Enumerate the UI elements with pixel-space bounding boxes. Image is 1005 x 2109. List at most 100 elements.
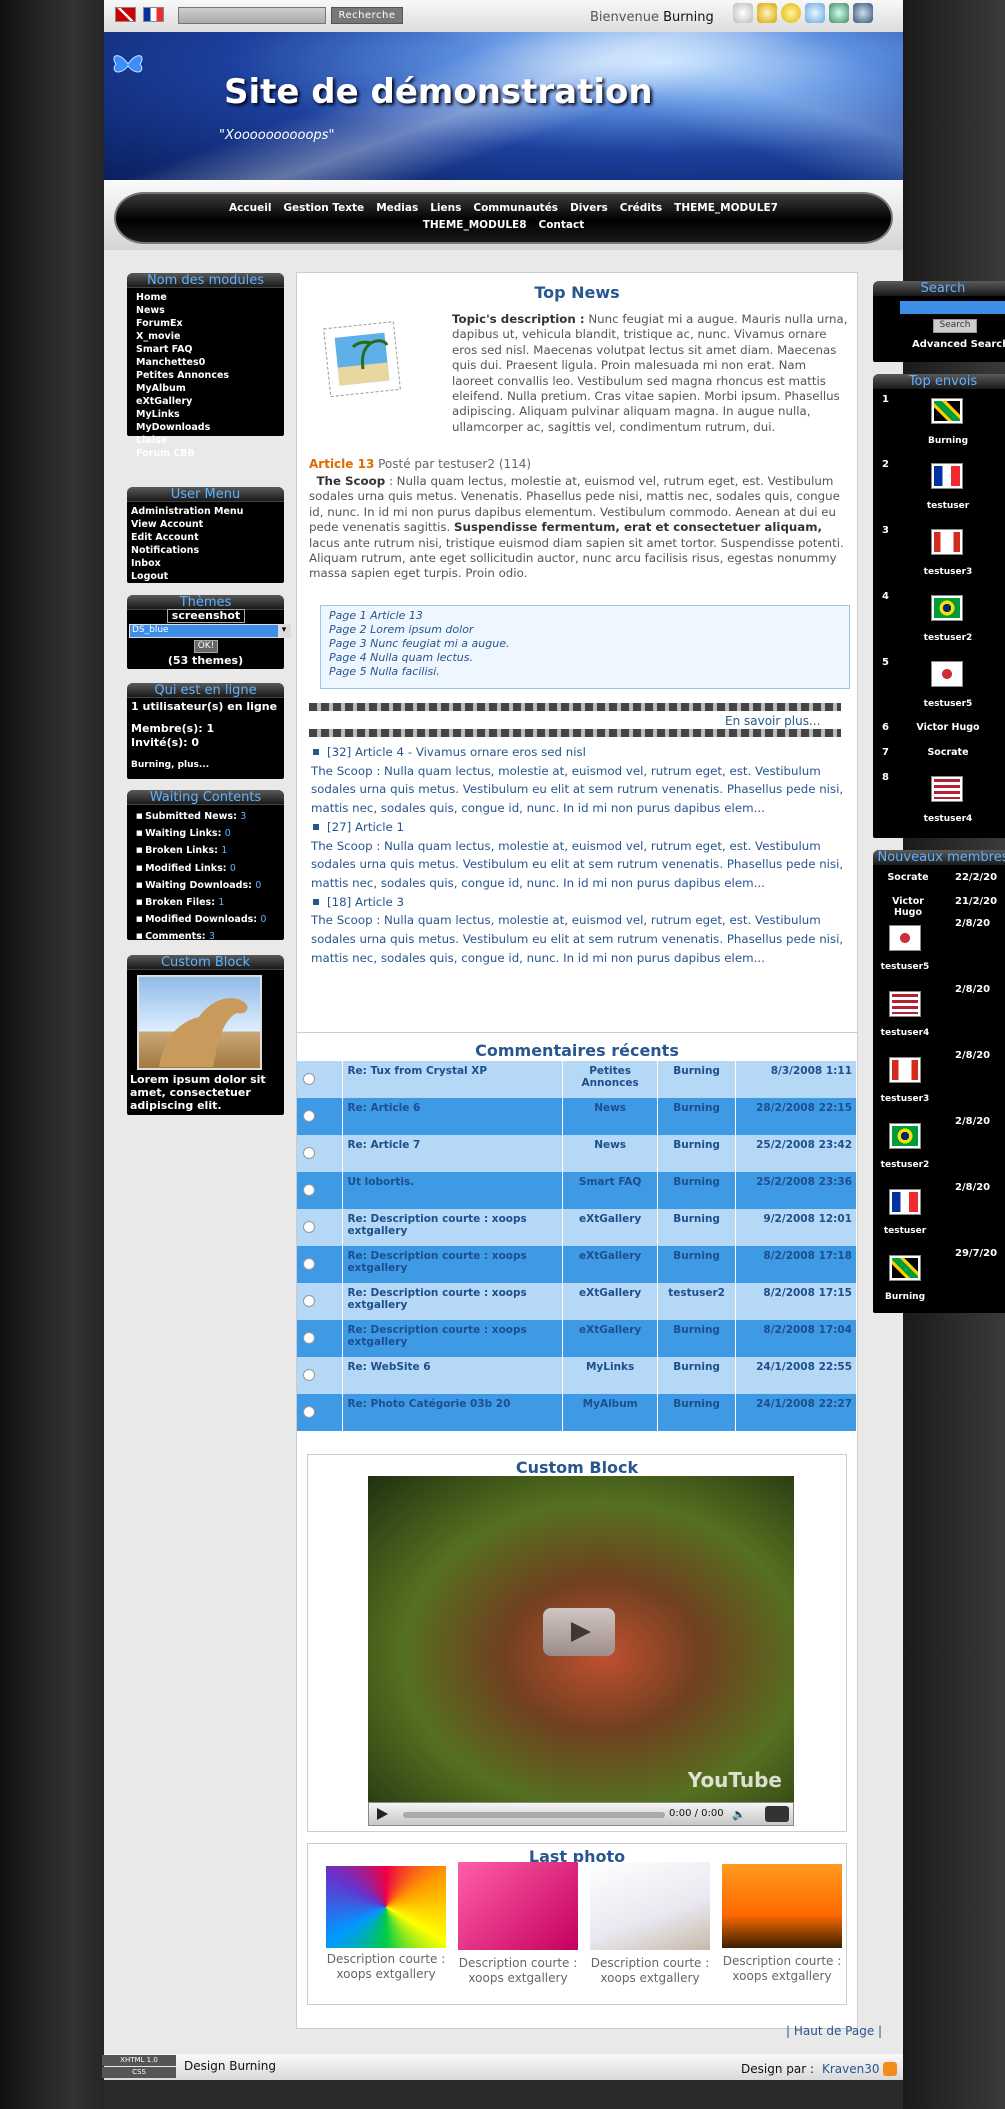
image-icon[interactable]: [829, 3, 849, 23]
page-link[interactable]: Page 3 Nunc feugiat mi a augue.: [329, 637, 841, 651]
top-envois-item[interactable]: 4 testuser2: [873, 591, 1005, 651]
radio-icon[interactable]: [303, 1221, 315, 1233]
top-envois-item[interactable]: 5 testuser5: [873, 657, 1005, 717]
radio-icon[interactable]: [303, 1073, 315, 1085]
top-envois-item[interactable]: 2 testuser: [873, 459, 1005, 519]
radio-icon[interactable]: [303, 1369, 315, 1381]
member-name[interactable]: Socrate: [913, 747, 983, 758]
waiting-item[interactable]: Submitted News: 3: [136, 808, 275, 825]
waiting-item[interactable]: Modified Downloads: 0: [136, 911, 275, 928]
waiting-item[interactable]: Waiting Links: 0: [136, 825, 275, 842]
comment-title[interactable]: Re: Description courte : xoops extgaller…: [342, 1246, 564, 1283]
comment-user[interactable]: Burning: [657, 1061, 737, 1098]
member-name[interactable]: testuser3: [873, 1094, 937, 1104]
radio-icon[interactable]: [303, 1332, 315, 1344]
nav-item[interactable]: Gestion Texte: [283, 202, 364, 214]
comment-title[interactable]: Ut lobortis.: [342, 1172, 564, 1209]
comment-module[interactable]: eXtGallery: [562, 1320, 659, 1357]
new-member-item[interactable]: 2/8/20 testuser5: [873, 918, 1005, 978]
module-item[interactable]: MyAlbum: [136, 382, 275, 395]
user-menu-item[interactable]: Administration Menu: [131, 505, 280, 518]
photo-pink[interactable]: [458, 1862, 578, 1950]
news-item-link[interactable]: [27] Article 1: [327, 820, 404, 834]
nav-item[interactable]: Crédits: [620, 202, 662, 214]
progress-bar[interactable]: [403, 1812, 665, 1818]
nav-item[interactable]: Communautés: [473, 202, 558, 214]
member-name[interactable]: Burning: [913, 436, 983, 446]
page-link[interactable]: Page 1 Article 13: [329, 609, 841, 623]
module-item[interactable]: ForumEx: [136, 317, 275, 330]
user-menu-item[interactable]: Logout: [131, 570, 280, 583]
module-item[interactable]: X_movie: [136, 330, 275, 343]
globe-icon[interactable]: [733, 3, 753, 23]
top-envois-item[interactable]: 3 testuser3: [873, 525, 1005, 585]
new-member-item[interactable]: 2/8/20 testuser4: [873, 984, 1005, 1044]
fullscreen-icon[interactable]: [765, 1806, 789, 1822]
waiting-item[interactable]: Modified Links: 0: [136, 860, 275, 877]
nav-item[interactable]: Accueil: [229, 202, 271, 214]
volume-icon[interactable]: 🔈: [732, 1808, 746, 1821]
module-item[interactable]: MyLinks: [136, 408, 275, 421]
comment-title[interactable]: Re: Article 6: [342, 1098, 564, 1135]
smiley-icon[interactable]: [781, 3, 801, 23]
module-item[interactable]: Smart FAQ: [136, 343, 275, 356]
comment-module[interactable]: News: [562, 1135, 659, 1172]
comment-title[interactable]: Re: Description courte : xoops extgaller…: [342, 1283, 564, 1320]
nav-item[interactable]: Contact: [539, 219, 585, 231]
waiting-item[interactable]: Waiting Downloads: 0: [136, 877, 275, 894]
member-name[interactable]: Victor Hugo: [913, 722, 983, 733]
magnifier-icon[interactable]: [805, 3, 825, 23]
waiting-item[interactable]: Broken Files: 1: [136, 894, 275, 911]
page-link[interactable]: Page 5 Nulla facilisi.: [329, 665, 841, 679]
module-item[interactable]: Home: [136, 291, 275, 304]
rss-icon[interactable]: [883, 2062, 897, 2076]
comment-module[interactable]: News: [562, 1098, 659, 1135]
module-item[interactable]: MyDownloads: [136, 421, 275, 434]
photo-woman[interactable]: [590, 1862, 710, 1950]
comment-module[interactable]: Smart FAQ: [562, 1172, 659, 1209]
member-name[interactable]: testuser4: [873, 1028, 937, 1038]
nav-item[interactable]: Divers: [570, 202, 608, 214]
photo-golfer[interactable]: [722, 1864, 842, 1948]
comment-user[interactable]: Burning: [657, 1135, 737, 1172]
uk-flag-icon[interactable]: [115, 7, 136, 22]
footer-author-link[interactable]: Kraven30: [822, 2062, 880, 2076]
comment-title[interactable]: Re: Tux from Crystal XP: [342, 1061, 564, 1098]
user-menu-item[interactable]: Edit Account: [131, 531, 280, 544]
comment-user[interactable]: Burning: [657, 1320, 737, 1357]
comment-title[interactable]: Re: Description courte : xoops extgaller…: [342, 1320, 564, 1357]
member-name[interactable]: Burning: [873, 1292, 937, 1302]
comment-user[interactable]: Burning: [657, 1246, 737, 1283]
nav-item[interactable]: Liens: [430, 202, 461, 214]
radio-icon[interactable]: [303, 1406, 315, 1418]
waiting-item[interactable]: Broken Links: 1: [136, 842, 275, 859]
article-label[interactable]: Article 13: [309, 457, 374, 471]
radio-icon[interactable]: [303, 1184, 315, 1196]
user-menu-item[interactable]: Notifications: [131, 544, 280, 557]
module-item[interactable]: Manchettes0: [136, 356, 275, 369]
news-item-title[interactable]: [32] Article 4 - Vivamus ornare eros sed…: [311, 743, 853, 762]
right-search-button[interactable]: Search: [933, 319, 977, 333]
video-player[interactable]: YouTube: [368, 1476, 794, 1802]
news-item-title[interactable]: [18] Article 3: [311, 893, 853, 912]
module-item[interactable]: Forum CBB: [136, 447, 275, 460]
radio-icon[interactable]: [303, 1258, 315, 1270]
search-input[interactable]: [178, 7, 326, 24]
search-button[interactable]: Recherche: [331, 7, 403, 24]
nav-item[interactable]: THEME_MODULE8: [423, 219, 527, 231]
member-name[interactable]: testuser2: [873, 1160, 937, 1170]
play-button[interactable]: [543, 1608, 615, 1656]
comment-module[interactable]: MyAlbum: [562, 1394, 659, 1431]
member-name[interactable]: testuser5: [913, 699, 983, 709]
module-item[interactable]: News: [136, 304, 275, 317]
new-member-item[interactable]: 2/8/20 testuser2: [873, 1116, 1005, 1176]
radio-icon[interactable]: [303, 1295, 315, 1307]
radio-icon[interactable]: [303, 1110, 315, 1122]
module-item[interactable]: Petites Annonces: [136, 369, 275, 382]
read-more-link[interactable]: En savoir plus...: [725, 714, 820, 728]
nav-item[interactable]: THEME_MODULE7: [674, 202, 778, 214]
comment-module[interactable]: MyLinks: [562, 1357, 659, 1394]
comment-user[interactable]: Burning: [657, 1394, 737, 1431]
top-envois-item[interactable]: 1 Burning: [873, 394, 1005, 454]
member-name[interactable]: testuser: [873, 1226, 937, 1236]
